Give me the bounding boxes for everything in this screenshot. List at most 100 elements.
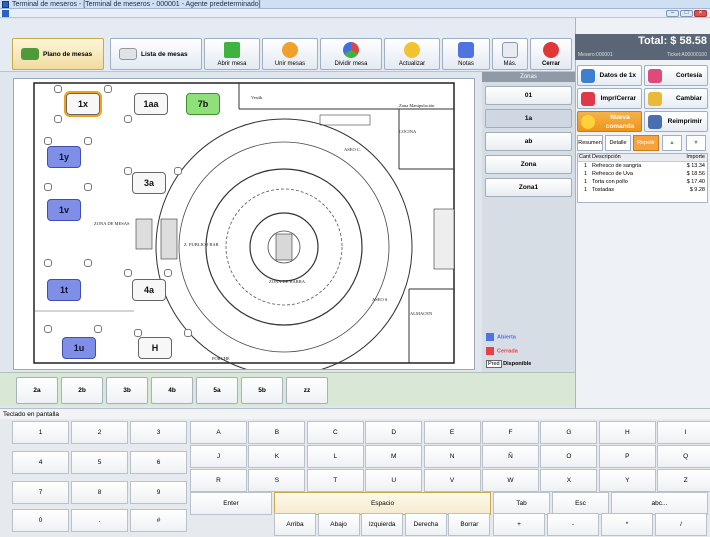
letter-key[interactable]: E bbox=[423, 421, 481, 444]
close-window-button[interactable]: × bbox=[694, 10, 707, 17]
operator-key[interactable]: * bbox=[601, 513, 653, 536]
maximize-button[interactable]: □ bbox=[680, 10, 693, 17]
letter-key[interactable]: Y bbox=[598, 469, 656, 492]
datos-button[interactable]: Datos de 1x bbox=[577, 65, 642, 86]
enter-key[interactable]: Enter bbox=[190, 492, 272, 515]
letter-key[interactable]: J bbox=[190, 445, 247, 468]
letter-key[interactable]: X bbox=[540, 469, 598, 492]
zone-zona1-button[interactable]: Zona1 bbox=[485, 178, 572, 197]
table-1y[interactable]: 1y bbox=[47, 146, 81, 168]
numpad-key[interactable]: 7 bbox=[12, 481, 69, 504]
arrow-key[interactable]: Izquierda bbox=[361, 513, 404, 536]
table-1t[interactable]: 1t bbox=[47, 279, 81, 301]
table-2b[interactable]: 2b bbox=[61, 377, 103, 404]
operator-key[interactable]: + bbox=[493, 513, 545, 536]
letter-key[interactable]: K bbox=[248, 445, 306, 468]
letter-key[interactable]: A bbox=[190, 421, 247, 444]
esc-key[interactable]: Esc bbox=[552, 492, 609, 515]
operator-key[interactable]: - bbox=[547, 513, 599, 536]
tab-detalle[interactable]: Detalle bbox=[605, 135, 631, 151]
tab-key[interactable]: Tab bbox=[493, 492, 550, 515]
table-3a[interactable]: 3a bbox=[132, 172, 166, 194]
letter-key[interactable]: T bbox=[306, 469, 364, 492]
letter-key[interactable]: B bbox=[248, 421, 306, 444]
dividir-mesa-button[interactable]: Dividir mesa bbox=[320, 38, 382, 70]
abrir-mesa-button[interactable]: Abrir mesa bbox=[204, 38, 260, 70]
numpad-key[interactable]: 8 bbox=[71, 481, 128, 504]
nueva-comanda-button[interactable]: Nueva comanda bbox=[577, 111, 642, 132]
table-1u[interactable]: 1u bbox=[62, 337, 96, 359]
numpad-key[interactable]: 6 bbox=[130, 451, 187, 474]
letter-key[interactable]: L bbox=[306, 445, 364, 468]
arrow-key[interactable]: Arriba bbox=[274, 513, 316, 536]
table-1v[interactable]: 1v bbox=[47, 199, 81, 221]
abc-key[interactable]: abc... bbox=[611, 492, 708, 515]
letter-key[interactable]: Q bbox=[657, 445, 710, 468]
letter-key[interactable]: W bbox=[482, 469, 539, 492]
plano-de-mesas-button[interactable]: Plano de mesas bbox=[12, 38, 104, 70]
actualizar-button[interactable]: Actualizar bbox=[384, 38, 440, 70]
numpad-key[interactable]: 1 bbox=[12, 421, 69, 444]
table-zz[interactable]: zz bbox=[286, 377, 328, 404]
letter-key[interactable]: S bbox=[248, 469, 306, 492]
letter-key[interactable]: G bbox=[540, 421, 598, 444]
letter-key[interactable]: R bbox=[190, 469, 247, 492]
space-key[interactable]: Espacio bbox=[274, 492, 491, 515]
numpad-key[interactable]: 2 bbox=[71, 421, 128, 444]
letter-key[interactable]: Ñ bbox=[482, 445, 539, 468]
letter-key[interactable]: U bbox=[365, 469, 423, 492]
tab-resumen[interactable]: Resumen bbox=[577, 135, 603, 151]
letter-key[interactable]: C bbox=[306, 421, 364, 444]
operator-key[interactable]: / bbox=[655, 513, 707, 536]
numpad-key[interactable]: 9 bbox=[130, 481, 187, 504]
notas-button[interactable]: Notas bbox=[442, 38, 490, 70]
order-row[interactable]: 1 Tostadas $ 9.28 bbox=[578, 187, 707, 195]
arrow-key[interactable]: Borrar bbox=[448, 513, 491, 536]
letter-key[interactable]: D bbox=[365, 421, 423, 444]
numpad-key[interactable]: # bbox=[130, 509, 187, 532]
letter-key[interactable]: I bbox=[657, 421, 710, 444]
arrow-key[interactable]: Abajo bbox=[317, 513, 360, 536]
minimize-button[interactable]: – bbox=[666, 10, 679, 17]
letter-key[interactable]: V bbox=[423, 469, 481, 492]
letter-key[interactable]: N bbox=[423, 445, 481, 468]
cambiar-button[interactable]: Cambiar bbox=[644, 88, 708, 109]
unir-mesas-button[interactable]: Unir mesas bbox=[262, 38, 318, 70]
table-1aa[interactable]: 1aa bbox=[134, 93, 168, 115]
zone-ab-button[interactable]: ab bbox=[485, 132, 572, 151]
table-5a[interactable]: 5a bbox=[196, 377, 238, 404]
arrow-down-icon[interactable]: ▼ bbox=[686, 135, 706, 151]
arrow-key[interactable]: Derecha bbox=[404, 513, 447, 536]
numpad-key[interactable]: 0 bbox=[12, 509, 69, 532]
letter-key[interactable]: F bbox=[482, 421, 539, 444]
zone-01-button[interactable]: 01 bbox=[485, 86, 572, 105]
tab-repetir[interactable]: Repetir bbox=[633, 135, 659, 151]
letter-key[interactable]: M bbox=[365, 445, 423, 468]
table-5b[interactable]: 5b bbox=[241, 377, 283, 404]
reimprimir-button[interactable]: Reimprimir bbox=[644, 111, 708, 132]
table-4b[interactable]: 4b bbox=[151, 377, 193, 404]
order-row[interactable]: 1 Refresco de Uva $ 18.56 bbox=[578, 171, 707, 179]
table-2a[interactable]: 2a bbox=[16, 377, 58, 404]
letter-key[interactable]: O bbox=[540, 445, 598, 468]
numpad-key[interactable]: 4 bbox=[12, 451, 69, 474]
arrow-up-icon[interactable]: ▲ bbox=[662, 135, 682, 151]
impr-cerrar-button[interactable]: Impr/Cerrar bbox=[577, 88, 642, 109]
table-7b[interactable]: 7b bbox=[186, 93, 220, 115]
app-menu-icon[interactable] bbox=[2, 10, 9, 17]
letter-key[interactable]: P bbox=[598, 445, 656, 468]
table-3b[interactable]: 3b bbox=[106, 377, 148, 404]
cerrar-button[interactable]: Cerrar bbox=[530, 38, 572, 70]
letter-key[interactable]: Z bbox=[657, 469, 710, 492]
cortesia-button[interactable]: Cortesía bbox=[644, 65, 708, 86]
table-h[interactable]: H bbox=[138, 337, 172, 359]
mas-button[interactable]: Más. bbox=[492, 38, 528, 70]
numpad-key[interactable]: 5 bbox=[71, 451, 128, 474]
table-4a[interactable]: 4a bbox=[132, 279, 166, 301]
numpad-key[interactable]: 3 bbox=[130, 421, 187, 444]
letter-key[interactable]: H bbox=[598, 421, 656, 444]
lista-de-mesas-button[interactable]: Lista de mesas bbox=[110, 38, 202, 70]
order-row[interactable]: 1 Refresco de sangria $ 13.34 bbox=[578, 163, 707, 171]
zone-1a-button[interactable]: 1a bbox=[485, 109, 572, 128]
numpad-key[interactable]: . bbox=[71, 509, 128, 532]
